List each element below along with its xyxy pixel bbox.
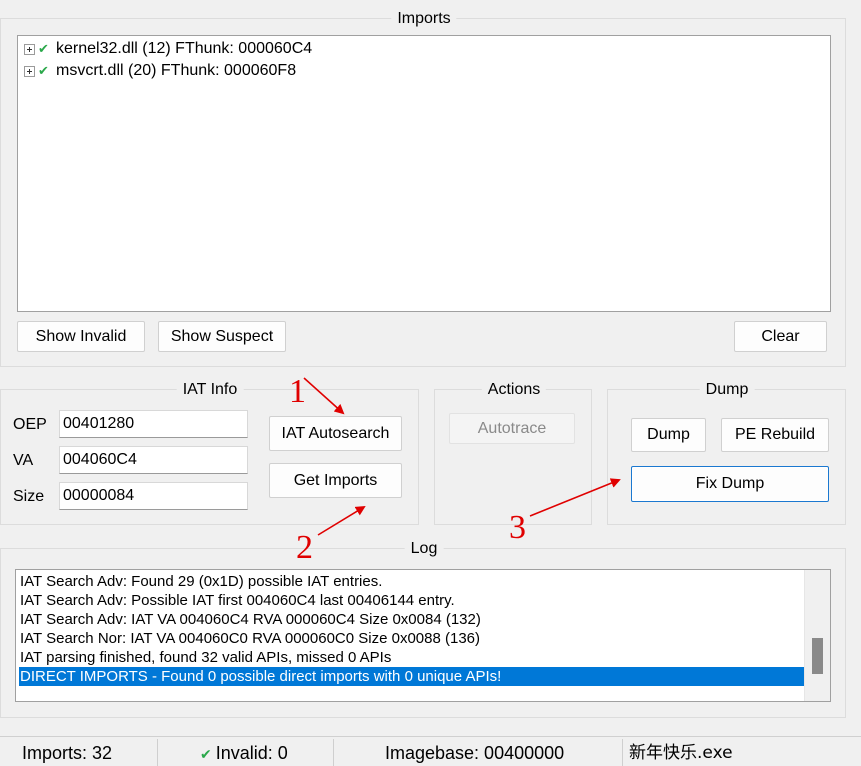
log-line[interactable]: IAT Search Adv: Possible IAT first 00406…	[19, 591, 805, 610]
annotation-number-3: 3	[509, 509, 526, 546]
scrollbar-thumb[interactable]	[812, 638, 823, 674]
size-label: Size	[13, 488, 45, 505]
status-invalid: ✔ Invalid: 0	[200, 737, 288, 766]
log-line[interactable]: IAT parsing finished, found 32 valid API…	[19, 648, 805, 667]
dump-button[interactable]: Dump	[631, 418, 706, 452]
oep-label: OEP	[13, 416, 47, 433]
annotation-number-1: 1	[289, 373, 306, 410]
get-imports-button[interactable]: Get Imports	[269, 463, 402, 498]
clear-button[interactable]: Clear	[734, 321, 827, 352]
imports-group-title: Imports	[391, 10, 457, 28]
log-line[interactable]: IAT Search Adv: Found 29 (0x1D) possible…	[19, 572, 805, 591]
dump-group	[607, 389, 846, 525]
status-divider	[333, 739, 334, 766]
check-icon: ✔	[200, 746, 212, 762]
check-icon: ✔	[38, 41, 49, 56]
plus-box-icon[interactable]	[24, 43, 35, 55]
va-field[interactable]: 004060C4	[59, 446, 248, 474]
iat-autosearch-button[interactable]: IAT Autosearch	[269, 416, 402, 451]
status-divider	[622, 739, 623, 766]
tree-item-kernel32[interactable]: ✔ kernel32.dll (12) FThunk: 000060C4	[24, 39, 312, 59]
iat-info-title: IAT Info	[176, 381, 244, 399]
size-field[interactable]: 00000084	[59, 482, 248, 510]
imports-tree[interactable]: ✔ kernel32.dll (12) FThunk: 000060C4 ✔ m…	[17, 35, 831, 312]
status-filename: 新年快乐.exe	[629, 743, 733, 763]
status-imagebase: Imagebase: 00400000	[385, 743, 565, 763]
log-line-selected[interactable]: DIRECT IMPORTS - Found 0 possible direct…	[19, 667, 805, 686]
pe-rebuild-button[interactable]: PE Rebuild	[721, 418, 829, 452]
tree-item-label: msvcrt.dll (20) FThunk: 000060F8	[56, 62, 297, 79]
log-line[interactable]: IAT Search Nor: IAT VA 004060C0 RVA 0000…	[19, 629, 805, 648]
check-icon: ✔	[38, 63, 49, 78]
actions-group	[434, 389, 592, 525]
status-bar: Imports: 32 ✔ Invalid: 0 Imagebase: 00400…	[0, 736, 861, 766]
autotrace-button[interactable]: Autotrace	[449, 413, 575, 444]
show-invalid-button[interactable]: Show Invalid	[17, 321, 145, 352]
status-divider	[157, 739, 158, 766]
va-label: VA	[13, 452, 34, 469]
show-suspect-button[interactable]: Show Suspect	[158, 321, 286, 352]
log-scrollbar[interactable]	[804, 570, 830, 701]
dump-title: Dump	[699, 381, 755, 399]
actions-title: Actions	[481, 381, 547, 399]
oep-field[interactable]: 00401280	[59, 410, 248, 438]
log-title: Log	[404, 540, 444, 558]
plus-box-icon[interactable]	[24, 65, 35, 77]
status-invalid-text: Invalid: 0	[215, 743, 288, 763]
fix-dump-button[interactable]: Fix Dump	[631, 466, 829, 502]
tree-item-msvcrt[interactable]: ✔ msvcrt.dll (20) FThunk: 000060F8	[24, 61, 296, 81]
log-line[interactable]: IAT Search Adv: IAT VA 004060C4 RVA 0000…	[19, 610, 805, 629]
log-list[interactable]: IAT Search Adv: Found 29 (0x1D) possible…	[15, 569, 831, 702]
status-imports: Imports: 32	[22, 743, 113, 763]
annotation-number-2: 2	[296, 529, 313, 566]
tree-item-label: kernel32.dll (12) FThunk: 000060C4	[56, 40, 313, 57]
